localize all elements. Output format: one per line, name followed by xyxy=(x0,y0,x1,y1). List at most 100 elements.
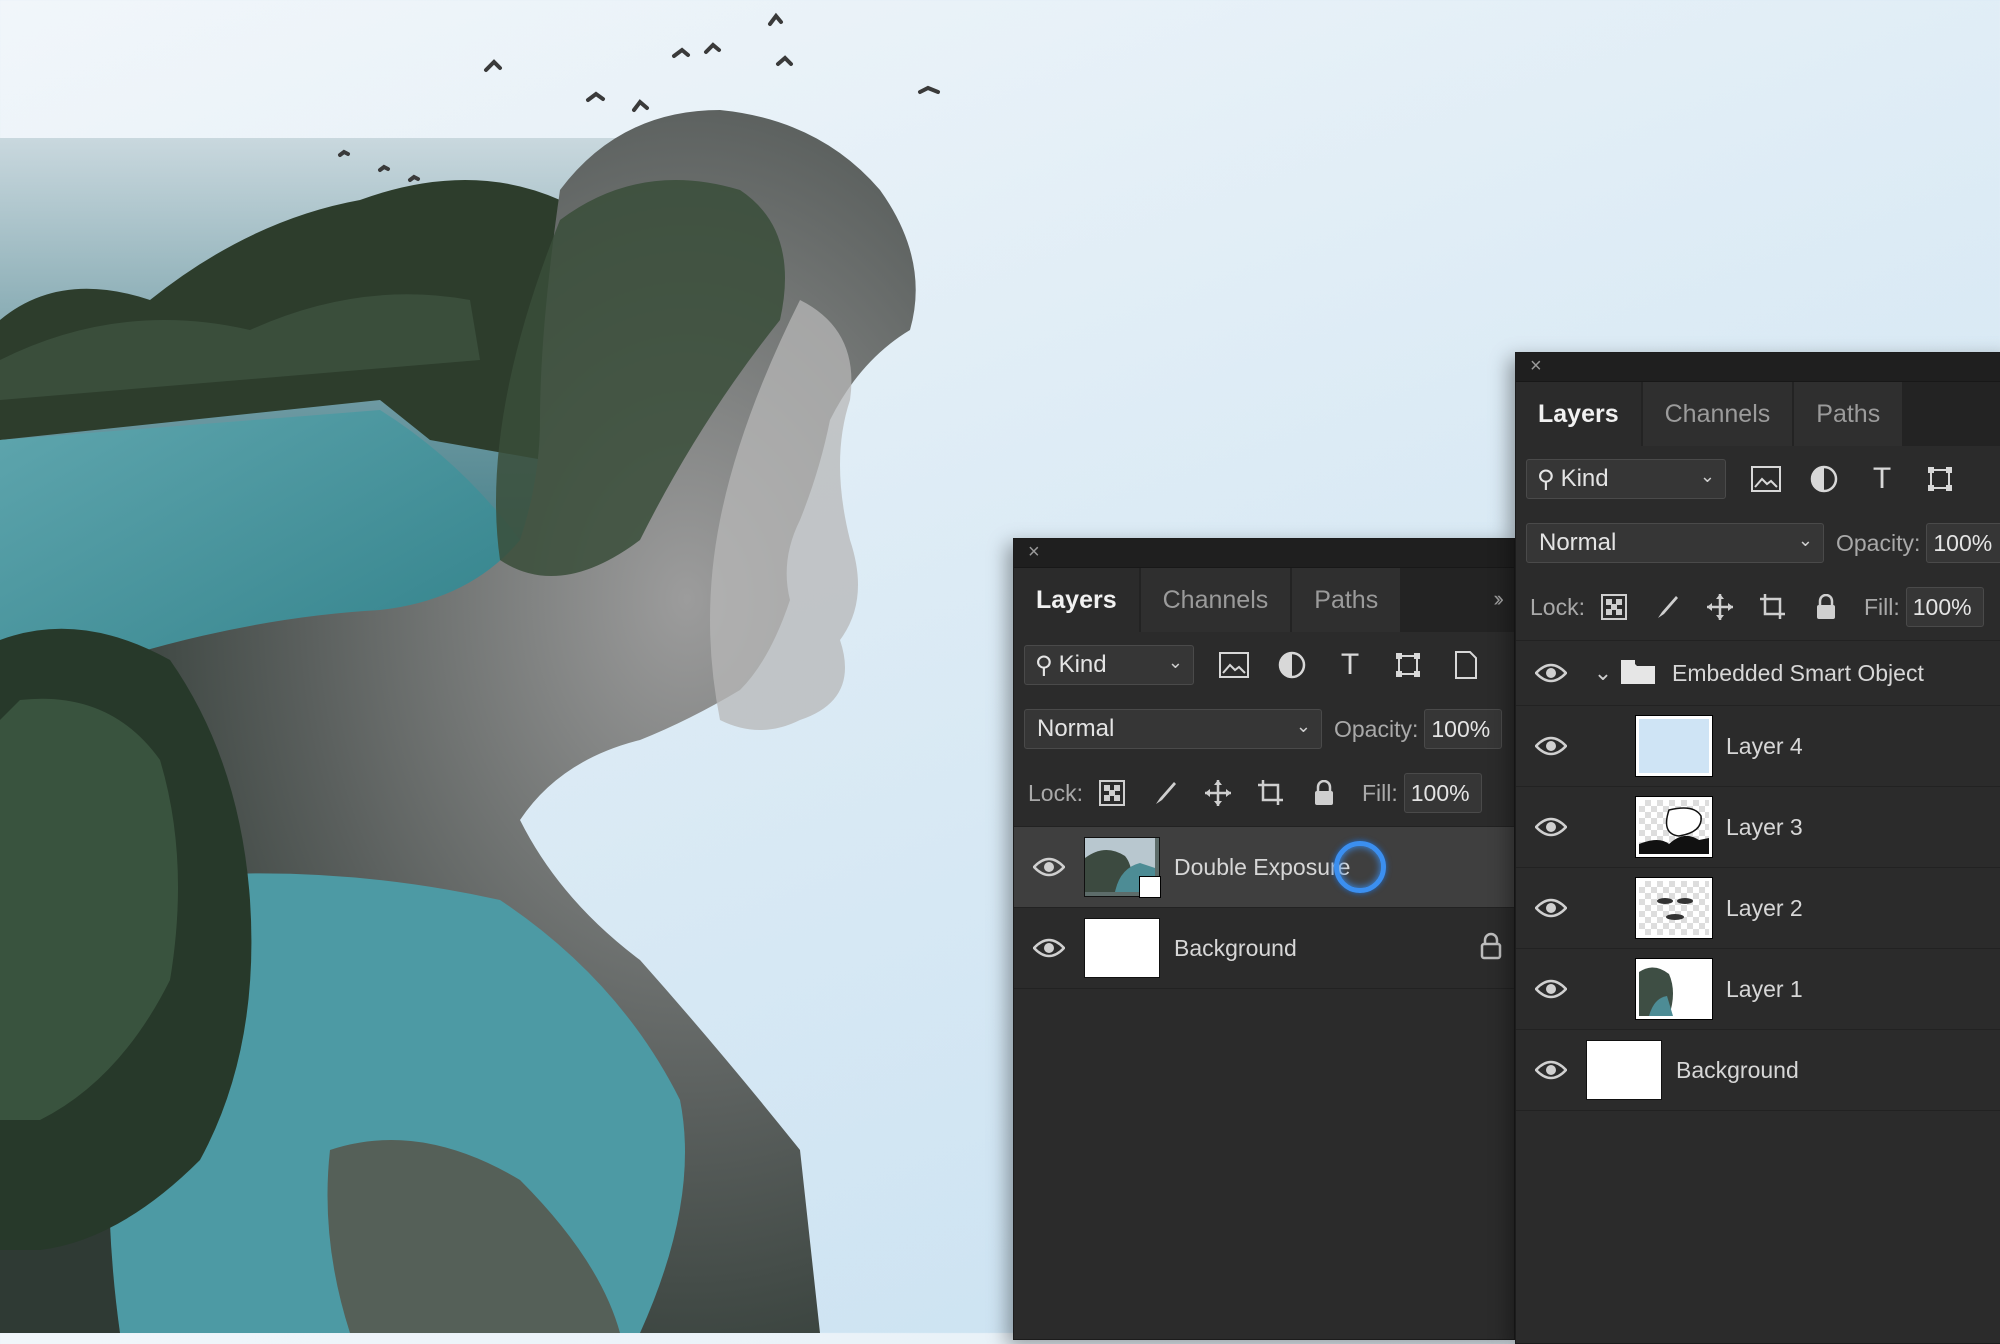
blend-mode-value: Normal xyxy=(1539,529,1617,556)
filter-kind-label: Kind xyxy=(1058,651,1107,678)
cursor-click-indicator xyxy=(1334,841,1386,893)
layers-panel-smart-object: × Layers Channels Paths ›› ⚲ Kind ⌄ T No… xyxy=(1515,352,2000,1344)
layer-name: Background xyxy=(1174,934,1297,961)
tab-paths[interactable]: Paths xyxy=(1794,382,1903,446)
chevron-down-icon: ⌄ xyxy=(1167,652,1183,672)
filter-adjustment-icon[interactable] xyxy=(1804,459,1844,499)
eye-icon[interactable] xyxy=(1516,663,1586,683)
layer-thumbnail xyxy=(1635,877,1713,939)
filter-row: ⚲ Kind ⌄ T xyxy=(1516,446,2000,512)
layer-row-background[interactable]: Background xyxy=(1516,1030,2000,1111)
tab-layers[interactable]: Layers xyxy=(1014,568,1139,632)
layer-thumbnail xyxy=(1586,1040,1662,1100)
chevron-down-icon: ⌄ xyxy=(1699,466,1715,486)
opacity-label: Opacity: xyxy=(1836,529,1921,556)
lock-position-icon[interactable] xyxy=(1201,776,1235,810)
chevron-down-icon: ⌄ xyxy=(1797,530,1813,550)
opacity-label: Opacity: xyxy=(1334,715,1419,742)
filter-type-icon[interactable]: T xyxy=(1330,645,1370,685)
layer-row[interactable]: Layer 2 xyxy=(1516,868,2000,949)
tab-channels[interactable]: Channels xyxy=(1642,382,1793,446)
panel-tabbar: Layers Channels Paths ›› xyxy=(1014,568,1514,632)
search-icon: ⚲ xyxy=(1035,651,1053,679)
layer-name: Layer 1 xyxy=(1726,975,1803,1002)
panel-menu-icon[interactable]: ›› xyxy=(1493,586,1503,612)
layer-name: Double Exposure xyxy=(1174,853,1351,880)
filter-kind-select[interactable]: ⚲ Kind ⌄ xyxy=(1526,459,1726,499)
lock-row: Lock: Fill: 100% xyxy=(1516,574,2000,641)
fill-label: Fill: xyxy=(1361,779,1398,806)
layer-name: Background xyxy=(1676,1056,1799,1083)
layer-group-row[interactable]: ⌄ Embedded Smart Object xyxy=(1516,641,2000,706)
lock-image-pixels-icon[interactable] xyxy=(1650,590,1684,624)
layer-row[interactable]: Layer 4 xyxy=(1516,706,2000,787)
folder-icon xyxy=(1620,657,1658,690)
filter-type-icon[interactable]: T xyxy=(1862,459,1902,499)
layer-name: Layer 3 xyxy=(1726,813,1803,840)
filter-pixel-icon[interactable] xyxy=(1214,645,1254,685)
opacity-input[interactable]: 100% xyxy=(1424,709,1503,749)
smart-object-badge-icon xyxy=(1139,876,1161,898)
fill-label: Fill: xyxy=(1863,593,1900,620)
fill-input[interactable]: 100% xyxy=(1905,587,1984,627)
lock-artboard-icon[interactable] xyxy=(1756,590,1790,624)
lock-label: Lock: xyxy=(1028,779,1083,806)
layer-name: Layer 2 xyxy=(1726,894,1803,921)
lock-transparent-pixels-icon[interactable] xyxy=(1095,776,1129,810)
eye-icon[interactable] xyxy=(1516,1060,1586,1080)
tab-layers[interactable]: Layers xyxy=(1516,382,1641,446)
opacity-input[interactable]: 100% xyxy=(1926,523,2000,563)
eye-icon[interactable] xyxy=(1516,979,1586,999)
lock-all-icon[interactable] xyxy=(1307,776,1341,810)
panel-tabbar: Layers Channels Paths ›› xyxy=(1516,382,2000,446)
eye-icon[interactable] xyxy=(1516,898,1586,918)
layer-row-double-exposure[interactable]: Double Exposure xyxy=(1014,827,1514,908)
close-icon[interactable]: × xyxy=(1028,542,1040,562)
eye-icon[interactable] xyxy=(1516,736,1586,756)
layer-thumbnail xyxy=(1635,796,1713,858)
layers-panel-document: × Layers Channels Paths ›› ⚲ Kind ⌄ T No… xyxy=(1013,538,1515,1340)
filter-shape-icon[interactable] xyxy=(1920,459,1960,499)
eye-icon[interactable] xyxy=(1014,938,1084,958)
filter-smart-object-icon[interactable] xyxy=(1446,645,1486,685)
blend-mode-select[interactable]: Normal ⌄ xyxy=(1526,523,1824,563)
lock-label: Lock: xyxy=(1530,593,1585,620)
filter-pixel-icon[interactable] xyxy=(1746,459,1786,499)
panel-titlebar: × xyxy=(1516,353,2000,382)
eye-icon[interactable] xyxy=(1014,857,1084,877)
layer-row-background[interactable]: Background xyxy=(1014,908,1514,989)
tab-paths[interactable]: Paths xyxy=(1292,568,1401,632)
filter-shape-icon[interactable] xyxy=(1388,645,1428,685)
layer-thumbnail xyxy=(1084,837,1161,898)
filter-row: ⚲ Kind ⌄ T xyxy=(1014,632,1514,698)
group-name: Embedded Smart Object xyxy=(1672,659,1924,686)
filter-adjustment-icon[interactable] xyxy=(1272,645,1312,685)
tab-channels[interactable]: Channels xyxy=(1140,568,1291,632)
lock-row: Lock: Fill: 100% xyxy=(1014,760,1514,827)
fill-input[interactable]: 100% xyxy=(1403,773,1482,813)
chevron-down-icon[interactable]: ⌄ xyxy=(1586,660,1620,686)
blend-row: Normal ⌄ Opacity: 100% xyxy=(1014,698,1514,760)
lock-position-icon[interactable] xyxy=(1703,590,1737,624)
layer-row[interactable]: Layer 1 xyxy=(1516,949,2000,1030)
blend-row: Normal ⌄ Opacity: 100% xyxy=(1516,512,2000,574)
lock-image-pixels-icon[interactable] xyxy=(1148,776,1182,810)
lock-icon xyxy=(1480,932,1502,965)
eye-icon[interactable] xyxy=(1516,817,1586,837)
lock-all-icon[interactable] xyxy=(1809,590,1843,624)
layer-thumbnail xyxy=(1635,715,1713,777)
panel-titlebar: × xyxy=(1014,539,1514,568)
layer-row[interactable]: Layer 3 xyxy=(1516,787,2000,868)
blend-mode-select[interactable]: Normal ⌄ xyxy=(1024,709,1322,749)
lock-artboard-icon[interactable] xyxy=(1254,776,1288,810)
chevron-down-icon: ⌄ xyxy=(1295,716,1311,736)
lock-transparent-pixels-icon[interactable] xyxy=(1597,590,1631,624)
blend-mode-value: Normal xyxy=(1037,715,1115,742)
layer-thumbnail xyxy=(1084,918,1160,978)
search-icon: ⚲ xyxy=(1537,465,1555,493)
close-icon[interactable]: × xyxy=(1530,356,1542,376)
filter-kind-label: Kind xyxy=(1560,465,1609,492)
filter-kind-select[interactable]: ⚲ Kind ⌄ xyxy=(1024,645,1194,685)
layer-name: Layer 4 xyxy=(1726,732,1803,759)
layer-thumbnail xyxy=(1635,958,1713,1020)
